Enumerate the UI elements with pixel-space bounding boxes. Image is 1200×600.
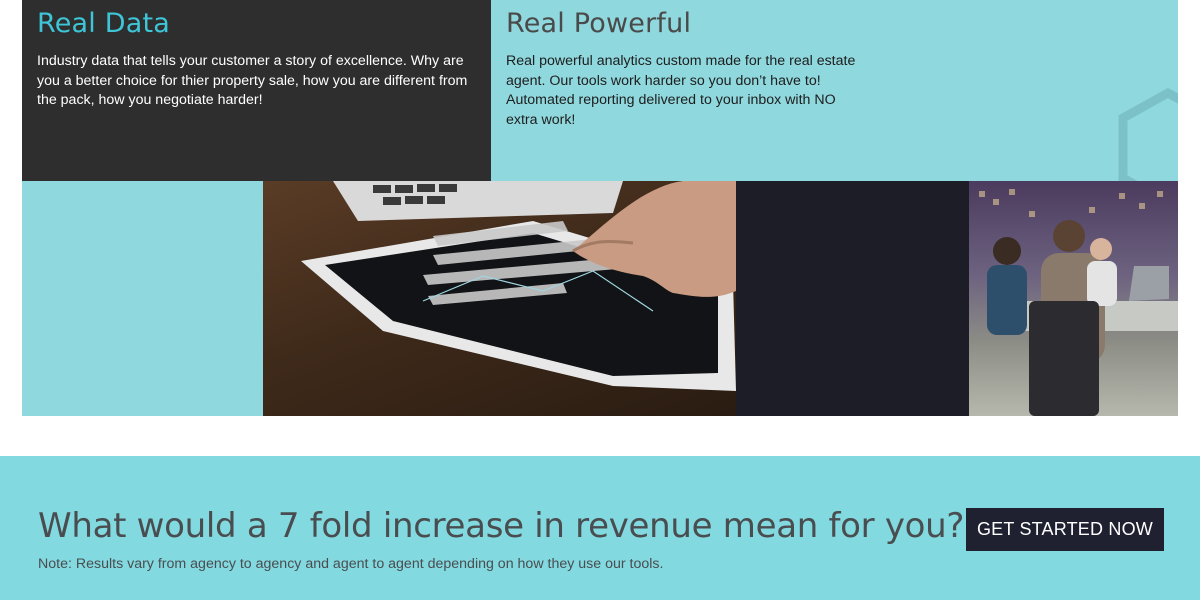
cta-note: Note: Results vary from agency to agency… xyxy=(38,556,664,572)
feature-body-real-data: Industry data that tells your customer a… xyxy=(37,53,468,109)
feature-body-real-powerful: Real powerful analytics custom made for … xyxy=(506,53,856,128)
meeting-illustration xyxy=(979,189,1178,416)
meeting-photo xyxy=(969,181,1178,416)
cta-headline: What would a 7 fold increase in revenue … xyxy=(38,506,965,546)
feature-card-real-powerful: Real Powerful Real powerful analytics cu… xyxy=(491,0,1178,181)
dark-panel xyxy=(736,181,969,416)
hexagon-decoration-icon xyxy=(1118,88,1178,181)
tablet-photo xyxy=(263,181,736,416)
feature-title-real-powerful: Real Powerful xyxy=(506,8,692,39)
tablet-illustration xyxy=(301,181,736,391)
feature-card-real-data: Real Data Industry data that tells your … xyxy=(22,0,491,181)
get-started-button[interactable]: GET STARTED NOW xyxy=(966,508,1164,551)
photo-strip xyxy=(22,181,1178,416)
cta-band: What would a 7 fold increase in revenue … xyxy=(0,456,1200,600)
feature-title-real-data: Real Data xyxy=(37,8,171,39)
